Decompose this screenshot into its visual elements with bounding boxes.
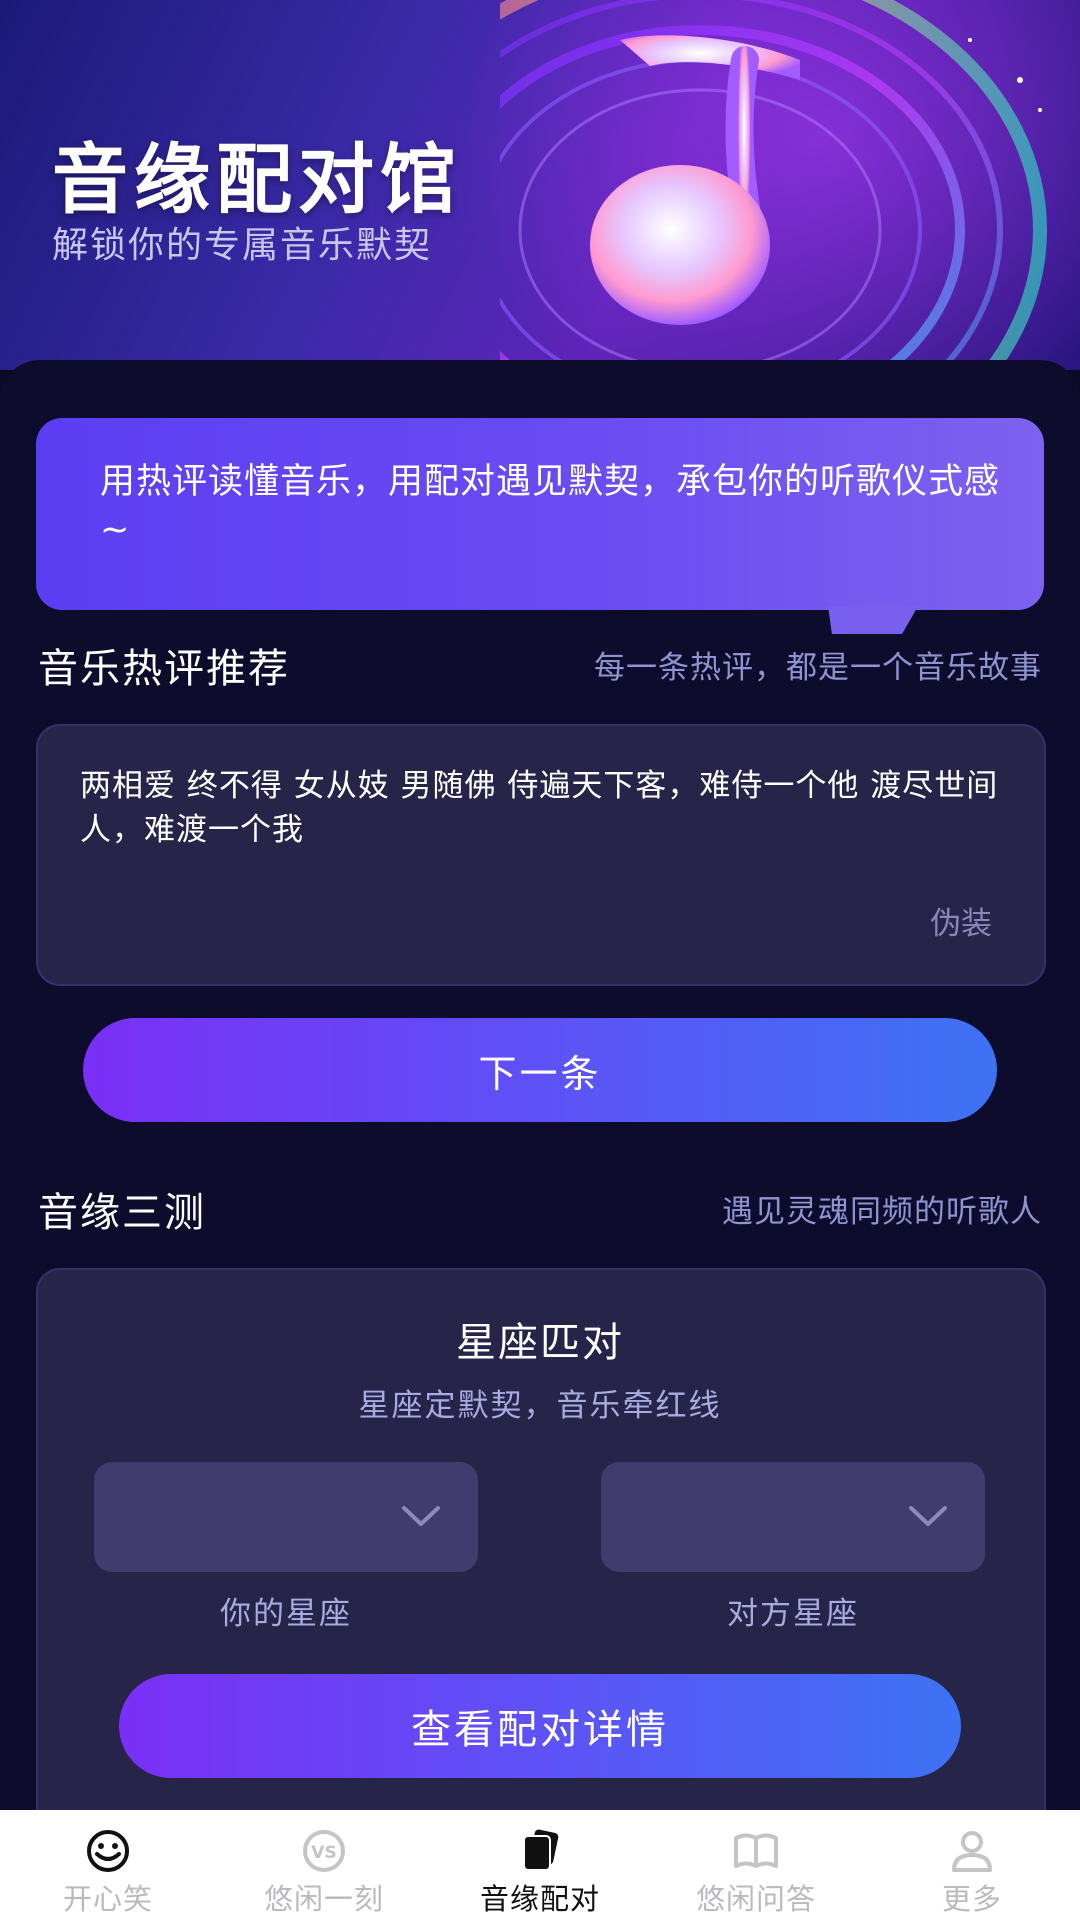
tab-happy-laugh[interactable]: 开心笑 — [0, 1810, 216, 1920]
hero-subtitle: 解锁你的专属音乐默契 — [52, 225, 433, 266]
cards-icon — [523, 1829, 559, 1871]
hero-title: 音缘配对馆 — [52, 135, 462, 224]
hot-comments-hint: 每一条热评，都是一个音乐故事 — [594, 650, 1042, 686]
bottom-tab-bar: 开心笑 VS 悠闲一刻 音缘配对 悠闲问答 更多 — [0, 1810, 1080, 1920]
intro-bubble-text: 用热评读懂音乐，用配对遇见默契，承包你的听歌仪式感~ — [100, 462, 1001, 550]
bubble-tail — [811, 606, 919, 634]
tab-leisure-moment[interactable]: VS 悠闲一刻 — [216, 1810, 432, 1920]
chevron-down-icon — [909, 1506, 947, 1526]
comment-text: 两相爱 终不得 女从妓 男随佛 侍遍天下客，难侍一个他 渡尽世间人，难渡一个我 — [80, 768, 999, 848]
tab-label: 更多 — [941, 1882, 1002, 1916]
match-section-hint: 遇见灵魂同频的听歌人 — [722, 1194, 1042, 1230]
my-sign-select[interactable] — [94, 1462, 478, 1572]
book-icon — [734, 1833, 778, 1868]
other-sign-label: 对方星座 — [727, 1596, 859, 1632]
tab-music-match[interactable]: 音缘配对 — [432, 1810, 648, 1920]
next-comment-button[interactable]: 下一条 — [83, 1018, 997, 1122]
person-icon — [952, 1831, 992, 1872]
smile-icon — [87, 1830, 129, 1872]
tab-label: 音缘配对 — [479, 1882, 600, 1916]
view-match-details-button[interactable]: 查看配对详情 — [119, 1674, 961, 1778]
other-sign-select[interactable] — [601, 1462, 985, 1572]
match-section-title: 音缘三测 — [38, 1190, 206, 1236]
chevron-down-icon — [402, 1506, 440, 1526]
my-sign-label: 你的星座 — [220, 1596, 352, 1632]
tab-label: 悠闲问答 — [695, 1882, 816, 1916]
hero-banner: 音缘配对馆 解锁你的专属音乐默契 — [0, 0, 1080, 370]
zodiac-match-subtitle: 星座定默契，音乐牵红线 — [358, 1388, 722, 1424]
hot-comments-title: 音乐热评推荐 — [38, 646, 290, 692]
vs-icon: VS — [303, 1830, 345, 1872]
tab-label: 悠闲一刻 — [263, 1882, 384, 1916]
tab-label: 开心笑 — [62, 1882, 153, 1916]
tab-leisure-qa[interactable]: 悠闲问答 — [648, 1810, 864, 1920]
tab-more[interactable]: 更多 — [864, 1810, 1080, 1920]
svg-text:VS: VS — [311, 1843, 336, 1863]
comment-author: 伪装 — [930, 906, 992, 942]
zodiac-match-title: 星座匹对 — [456, 1320, 624, 1366]
music-note-illustration — [500, 0, 1047, 370]
